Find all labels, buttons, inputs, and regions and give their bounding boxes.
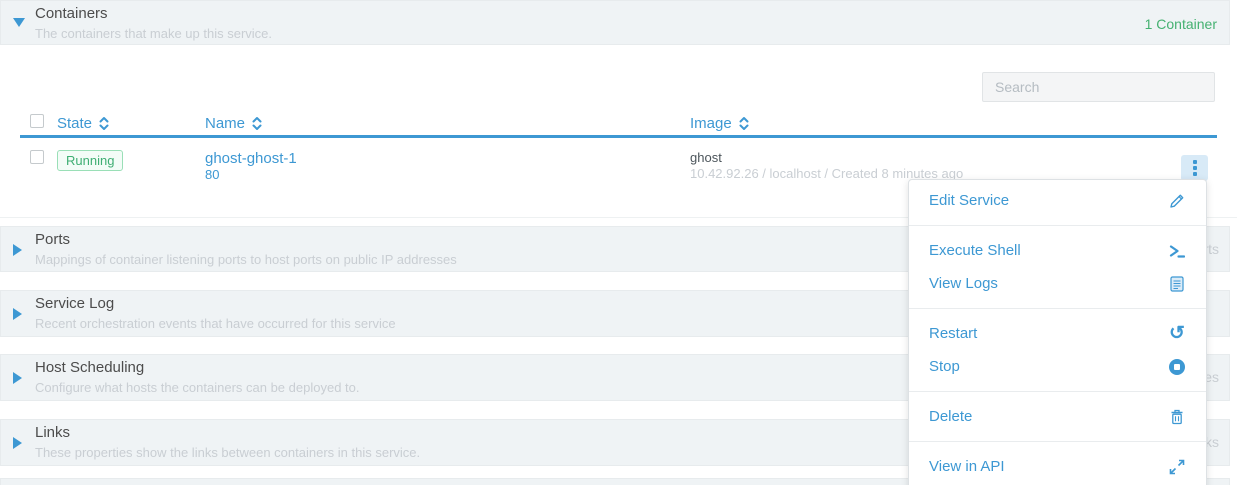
row-actions-menu: Edit Service Execute Shell View Logs Res… (908, 179, 1207, 485)
row-checkbox[interactable] (30, 150, 44, 164)
select-all-checkbox[interactable] (30, 114, 44, 128)
table-header-row: State Name Image (20, 111, 1217, 138)
external-link-icon (1168, 458, 1186, 476)
menu-item-edit-service[interactable]: Edit Service (909, 184, 1206, 217)
pencil-icon (1168, 192, 1186, 210)
row-actions-kebab-button[interactable] (1181, 155, 1208, 181)
file-icon (1168, 275, 1186, 293)
name-header-label: Name (205, 115, 245, 132)
menu-item-label: Delete (929, 408, 972, 425)
containers-section-title: Containers (35, 5, 108, 22)
service-log-section-subtitle: Recent orchestration events that have oc… (35, 316, 396, 331)
menu-item-view-logs[interactable]: View Logs (909, 267, 1206, 300)
menu-item-label: Execute Shell (929, 242, 1021, 259)
menu-item-label: Edit Service (929, 192, 1009, 209)
menu-item-stop[interactable]: Stop (909, 350, 1206, 383)
menu-item-label: View in API (929, 458, 1005, 475)
containers-section-header[interactable]: Containers The containers that make up t… (0, 0, 1230, 45)
menu-divider (909, 225, 1206, 226)
restart-icon: ↺ (1168, 325, 1186, 343)
menu-item-delete[interactable]: Delete (909, 400, 1206, 433)
menu-divider (909, 391, 1206, 392)
host-scheduling-section-subtitle: Configure what hosts the containers can … (35, 380, 360, 395)
column-header-name[interactable]: Name (205, 115, 690, 132)
expand-arrow-icon[interactable] (13, 308, 22, 320)
links-section-subtitle: These properties show the links between … (35, 445, 420, 460)
image-name: ghost (690, 150, 1217, 166)
container-name-link[interactable]: ghost-ghost-1 (205, 150, 690, 167)
links-section-title: Links (35, 424, 70, 441)
menu-item-view-in-api[interactable]: View in API (909, 450, 1206, 483)
service-log-section-title: Service Log (35, 295, 114, 312)
expand-arrow-icon[interactable] (13, 372, 22, 384)
sort-icon[interactable] (99, 116, 109, 131)
column-header-state[interactable]: State (57, 115, 205, 132)
sort-icon[interactable] (252, 116, 262, 131)
expand-arrow-icon[interactable] (13, 244, 22, 256)
menu-divider (909, 441, 1206, 442)
containers-section-subtitle: The containers that make up this service… (35, 26, 272, 41)
kebab-dot-icon (1193, 166, 1197, 170)
terminal-icon (1168, 242, 1186, 260)
menu-item-label: Stop (929, 358, 960, 375)
sort-icon[interactable] (739, 116, 749, 131)
stop-icon (1168, 358, 1186, 376)
menu-item-execute-shell[interactable]: Execute Shell (909, 234, 1206, 267)
menu-item-label: View Logs (929, 275, 998, 292)
menu-divider (909, 308, 1206, 309)
kebab-dot-icon (1193, 160, 1197, 164)
menu-item-label: Restart (929, 325, 977, 342)
search-input[interactable] (982, 72, 1215, 102)
host-scheduling-section-title: Host Scheduling (35, 359, 144, 376)
container-count-badge: 1 Container (1145, 16, 1217, 32)
column-header-image[interactable]: Image (690, 115, 1217, 132)
state-badge: Running (57, 150, 123, 171)
ports-section-subtitle: Mappings of container listening ports to… (35, 252, 457, 267)
ports-section-title: Ports (35, 231, 70, 248)
collapse-arrow-icon[interactable] (13, 18, 25, 27)
expand-arrow-icon[interactable] (13, 437, 22, 449)
menu-item-restart[interactable]: Restart ↺ (909, 317, 1206, 350)
kebab-dot-icon (1193, 172, 1197, 176)
image-header-label: Image (690, 115, 732, 132)
trash-icon (1168, 408, 1186, 426)
state-header-label: State (57, 115, 92, 132)
container-port-link[interactable]: 80 (205, 167, 690, 182)
